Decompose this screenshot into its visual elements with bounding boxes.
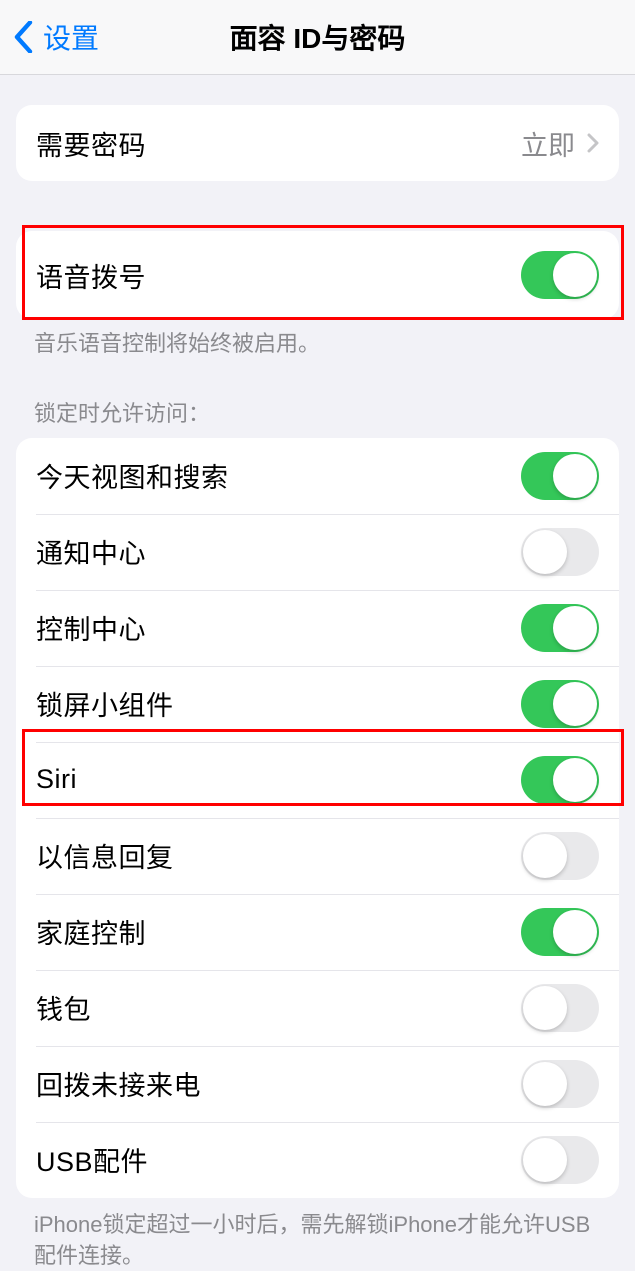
toggle-knob <box>523 530 567 574</box>
nav-bar: 设置 面容 ID与密码 <box>0 0 635 75</box>
row-lock-access-item: 以信息回复 <box>16 818 619 894</box>
section-lock-access: 今天视图和搜索通知中心控制中心锁屏小组件 Siri 以信息回复家庭控制钱包回拨未接来… <box>16 438 619 1198</box>
voice-dial-label: 语音拨号 <box>36 256 521 295</box>
toggle-knob <box>553 454 597 498</box>
toggle-knob <box>523 1138 567 1182</box>
row-lock-access-item: 控制中心 <box>16 590 619 666</box>
lock-access-footer: iPhone锁定超过一小时后，需先解锁iPhone才能允许USB配件连接。 <box>0 1198 635 1271</box>
lock-access-item-label: 通知中心 <box>36 532 521 571</box>
lock-access-item-label: 钱包 <box>36 988 521 1027</box>
lock-access-item-label: 以信息回复 <box>36 836 521 875</box>
row-lock-access-item: 家庭控制 <box>16 894 619 970</box>
lock-access-item-label: USB配件 <box>36 1140 521 1179</box>
toggle-knob <box>523 834 567 878</box>
row-lock-access-item: USB配件 <box>16 1122 619 1198</box>
lock-access-item-toggle[interactable] <box>521 452 599 500</box>
lock-access-item-label: 今天视图和搜索 <box>36 456 521 495</box>
lock-access-item-toggle[interactable] <box>521 832 599 880</box>
toggle-knob <box>523 986 567 1030</box>
toggle-knob <box>553 253 597 297</box>
lock-access-item-toggle[interactable] <box>521 528 599 576</box>
row-lock-access-item: 回拨未接来电 <box>16 1046 619 1122</box>
row-lock-access-item: 锁屏小组件 <box>16 666 619 742</box>
voice-dial-footer: 音乐语音控制将始终被启用。 <box>0 319 635 360</box>
lock-access-item-toggle[interactable] <box>521 756 599 804</box>
lock-access-item-toggle[interactable] <box>521 604 599 652</box>
row-lock-access-item: 钱包 <box>16 970 619 1046</box>
toggle-knob <box>553 682 597 726</box>
chevron-left-icon <box>14 21 33 53</box>
row-lock-access-item: Siri <box>16 742 619 818</box>
lock-access-item-label: 控制中心 <box>36 608 521 647</box>
lock-access-item-toggle[interactable] <box>521 1136 599 1184</box>
row-lock-access-item: 今天视图和搜索 <box>16 438 619 514</box>
row-lock-access-item: 通知中心 <box>16 514 619 590</box>
row-voice-dial: 语音拨号 <box>16 231 619 319</box>
toggle-knob <box>553 758 597 802</box>
section-voice-dial: 语音拨号 <box>16 231 619 319</box>
require-passcode-label: 需要密码 <box>36 124 521 163</box>
back-label: 设置 <box>43 17 99 57</box>
lock-access-header: 锁定时允许访问： <box>0 360 635 438</box>
lock-access-item-toggle[interactable] <box>521 984 599 1032</box>
row-require-passcode[interactable]: 需要密码 立即 <box>16 105 619 181</box>
lock-access-item-label: Siri <box>36 764 521 795</box>
voice-dial-toggle[interactable] <box>521 251 599 299</box>
back-button[interactable]: 设置 <box>0 17 99 57</box>
lock-access-item-label: 锁屏小组件 <box>36 684 521 723</box>
require-passcode-value: 立即 <box>521 124 575 163</box>
section-require-passcode: 需要密码 立即 <box>16 105 619 181</box>
lock-access-item-toggle[interactable] <box>521 1060 599 1108</box>
toggle-knob <box>523 1062 567 1106</box>
lock-access-item-toggle[interactable] <box>521 680 599 728</box>
toggle-knob <box>553 910 597 954</box>
chevron-right-icon <box>587 133 599 153</box>
lock-access-item-label: 回拨未接来电 <box>36 1064 521 1103</box>
toggle-knob <box>553 606 597 650</box>
lock-access-item-toggle[interactable] <box>521 908 599 956</box>
lock-access-item-label: 家庭控制 <box>36 912 521 951</box>
